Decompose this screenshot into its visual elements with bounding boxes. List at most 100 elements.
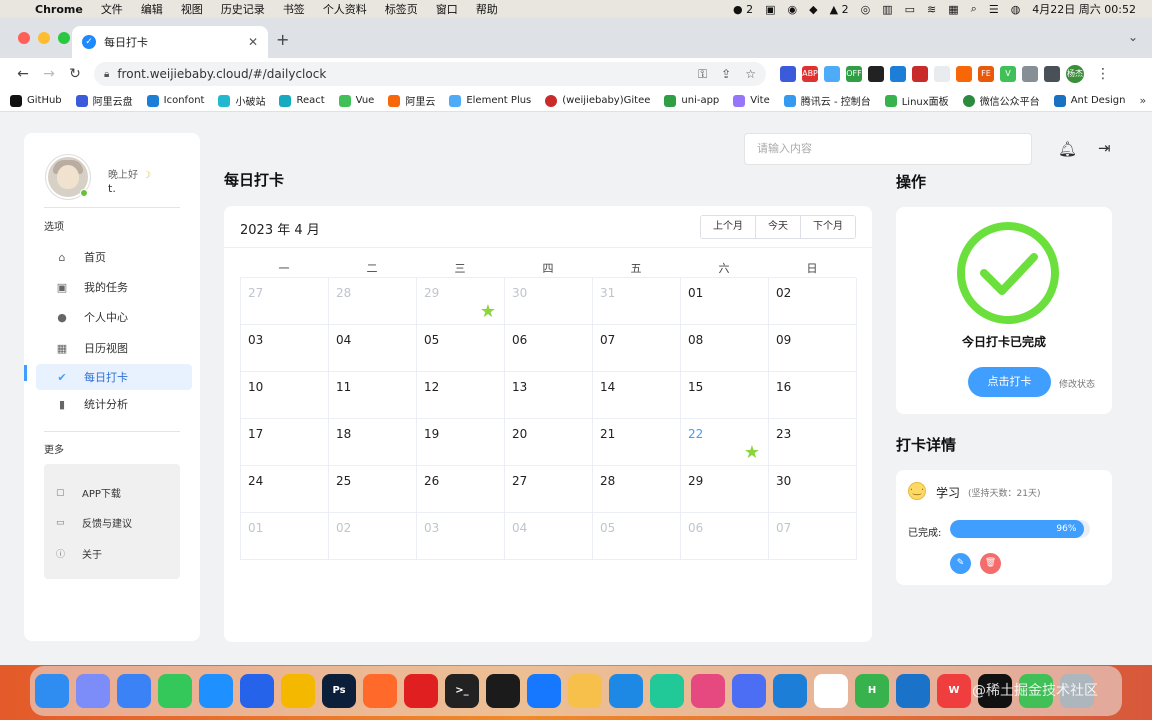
calendar-day[interactable]: 06 — [681, 513, 769, 560]
menu-bookmarks[interactable]: 书签 — [274, 1, 314, 17]
tab-search-chevron-icon[interactable]: ⌄ — [1128, 30, 1138, 44]
app-icon[interactable] — [281, 674, 315, 708]
calendar-day[interactable]: 08 — [681, 325, 769, 372]
calendar-day[interactable]: 14 — [593, 372, 681, 419]
extension-icon[interactable] — [890, 66, 906, 82]
bookmark-element-plus[interactable]: Element Plus — [449, 94, 531, 107]
bookmark-vite[interactable]: Vite — [733, 94, 770, 107]
punch-button[interactable]: 点击打卡 — [968, 367, 1051, 397]
safari-icon[interactable] — [199, 674, 233, 708]
bookmark-bilibili[interactable]: 小破站 — [218, 93, 265, 108]
facetime-icon[interactable] — [158, 674, 192, 708]
menu-view[interactable]: 视图 — [172, 1, 212, 17]
calendar-day[interactable]: 07 — [593, 325, 681, 372]
bell-icon[interactable]: 🔔︎ — [1058, 140, 1077, 158]
vue-devtools-icon[interactable]: V — [1000, 66, 1016, 82]
calendar-day[interactable]: 05 — [417, 325, 505, 372]
extension-icon[interactable] — [956, 66, 972, 82]
bookmark-vue[interactable]: Vue — [338, 94, 374, 107]
hbuilder-icon[interactable]: H — [855, 674, 889, 708]
calendar-day[interactable]: 31 — [593, 278, 681, 325]
puzzle-extensions-icon[interactable] — [1022, 66, 1038, 82]
calendar-day[interactable]: 13 — [505, 372, 593, 419]
app-icon[interactable] — [240, 674, 274, 708]
bookmark-star-icon[interactable]: ☆ — [745, 67, 756, 81]
share-icon[interactable]: ⇪ — [721, 67, 731, 81]
status-app-icon[interactable]: ◉ — [782, 3, 804, 16]
photoshop-icon[interactable]: Ps — [322, 674, 356, 708]
extension-icon[interactable] — [780, 66, 796, 82]
bookmark-tencent-cloud[interactable]: 腾讯云 - 控制台 — [783, 93, 871, 108]
qq-icon[interactable]: ▲ 2 — [824, 3, 855, 16]
menu-file[interactable]: 文件 — [92, 1, 132, 17]
calendar-day[interactable]: 12 — [417, 372, 505, 419]
calendar-day[interactable]: 04 — [329, 325, 417, 372]
calendar-day[interactable]: 09 — [769, 325, 857, 372]
translate-extension-icon[interactable] — [824, 66, 840, 82]
activity-monitor-icon[interactable] — [486, 674, 520, 708]
sidebar-item-home[interactable]: ⌂ 首页 — [36, 244, 192, 270]
calendar-day[interactable]: 06 — [505, 325, 593, 372]
profile-avatar[interactable]: 杨杰 — [1066, 65, 1084, 83]
calendar-day[interactable]: 28 — [593, 466, 681, 513]
forward-button[interactable]: → — [36, 66, 62, 82]
status-app-icon[interactable]: ◎ — [855, 3, 877, 16]
reload-button[interactable]: ↻ — [62, 66, 88, 82]
calendar-day[interactable]: 28 — [329, 278, 417, 325]
close-window-button[interactable] — [18, 32, 30, 44]
delete-button[interactable]: 🗑︎ — [980, 553, 1001, 574]
calendar-day[interactable]: 04 — [505, 513, 593, 560]
app-icon[interactable] — [691, 674, 725, 708]
calendar-day[interactable]: 18 — [329, 419, 417, 466]
sidepanel-icon[interactable] — [1044, 66, 1060, 82]
datetime[interactable]: 4月22日 周六 00:52 — [1026, 1, 1142, 17]
more-item-feedback[interactable]: ▭ 反馈与建议 — [56, 515, 132, 531]
calendar-day[interactable]: 02 — [769, 278, 857, 325]
sidebar-item-statistics[interactable]: ▮ 统计分析 — [36, 391, 192, 417]
menu-history[interactable]: 历史记录 — [212, 1, 274, 17]
calendar-day[interactable]: 29 ★ — [417, 278, 505, 325]
calendar-day[interactable]: 16 — [769, 372, 857, 419]
siri-icon[interactable]: ◍ — [1005, 3, 1027, 16]
close-tab-icon[interactable]: ✕ — [248, 35, 258, 49]
wps-icon[interactable]: W — [937, 674, 971, 708]
control-center-icon[interactable]: ☰ — [983, 3, 1005, 16]
address-bar[interactable]: 🔒︎ front.weijiebaby.cloud/#/dailyclock ⚿… — [94, 62, 766, 86]
feishu-icon[interactable] — [773, 674, 807, 708]
terminal-icon[interactable]: >_ — [445, 674, 479, 708]
app-icon[interactable] — [527, 674, 561, 708]
key-icon[interactable]: ⚿ — [698, 67, 707, 82]
finder-icon[interactable] — [35, 674, 69, 708]
menu-tabs[interactable]: 标签页 — [376, 1, 427, 17]
browser-tab[interactable]: ✓ 每日打卡 ✕ — [72, 26, 268, 58]
sidebar-item-tasks[interactable]: ▣ 我的任务 — [36, 274, 192, 300]
menu-edit[interactable]: 编辑 — [132, 1, 172, 17]
calendar-day[interactable]: 03 — [417, 513, 505, 560]
calendar-day[interactable]: 15 — [681, 372, 769, 419]
sidebar-item-calendar[interactable]: ▦ 日历视图 — [36, 335, 192, 361]
new-tab-button[interactable]: + — [276, 30, 289, 49]
bookmark-react[interactable]: React — [279, 94, 325, 107]
calendar-day[interactable]: 01 — [681, 278, 769, 325]
menu-window[interactable]: 窗口 — [427, 1, 467, 17]
minimize-window-button[interactable] — [38, 32, 50, 44]
calendar-day[interactable]: 01 — [241, 513, 329, 560]
calendar-day[interactable]: 29 — [681, 466, 769, 513]
bookmark-iconfont[interactable]: Iconfont — [146, 94, 204, 107]
wifi-icon[interactable]: ≋ — [921, 3, 942, 16]
fullscreen-window-button[interactable] — [58, 32, 70, 44]
spotlight-search-icon[interactable]: ⌕ — [965, 2, 983, 16]
status-app-icon[interactable]: ◆ — [803, 3, 823, 16]
calendar-day[interactable]: 05 — [593, 513, 681, 560]
calendar-day[interactable]: 30 — [769, 466, 857, 513]
calendar-day[interactable]: 23 — [769, 419, 857, 466]
today-button[interactable]: 今天 — [756, 216, 801, 238]
browser-menu-icon[interactable]: ⋮ — [1090, 66, 1116, 82]
more-bookmarks-icon[interactable]: » — [1140, 94, 1147, 107]
calendar-day[interactable]: 30 — [505, 278, 593, 325]
calendar-day[interactable]: 07 — [769, 513, 857, 560]
calendar-day[interactable]: 27 — [505, 466, 593, 513]
bookmark-aliyun-drive[interactable]: 阿里云盘 — [75, 93, 133, 108]
status-app-icon[interactable]: ▣ — [759, 3, 781, 16]
calendar-day[interactable]: 11 — [329, 372, 417, 419]
